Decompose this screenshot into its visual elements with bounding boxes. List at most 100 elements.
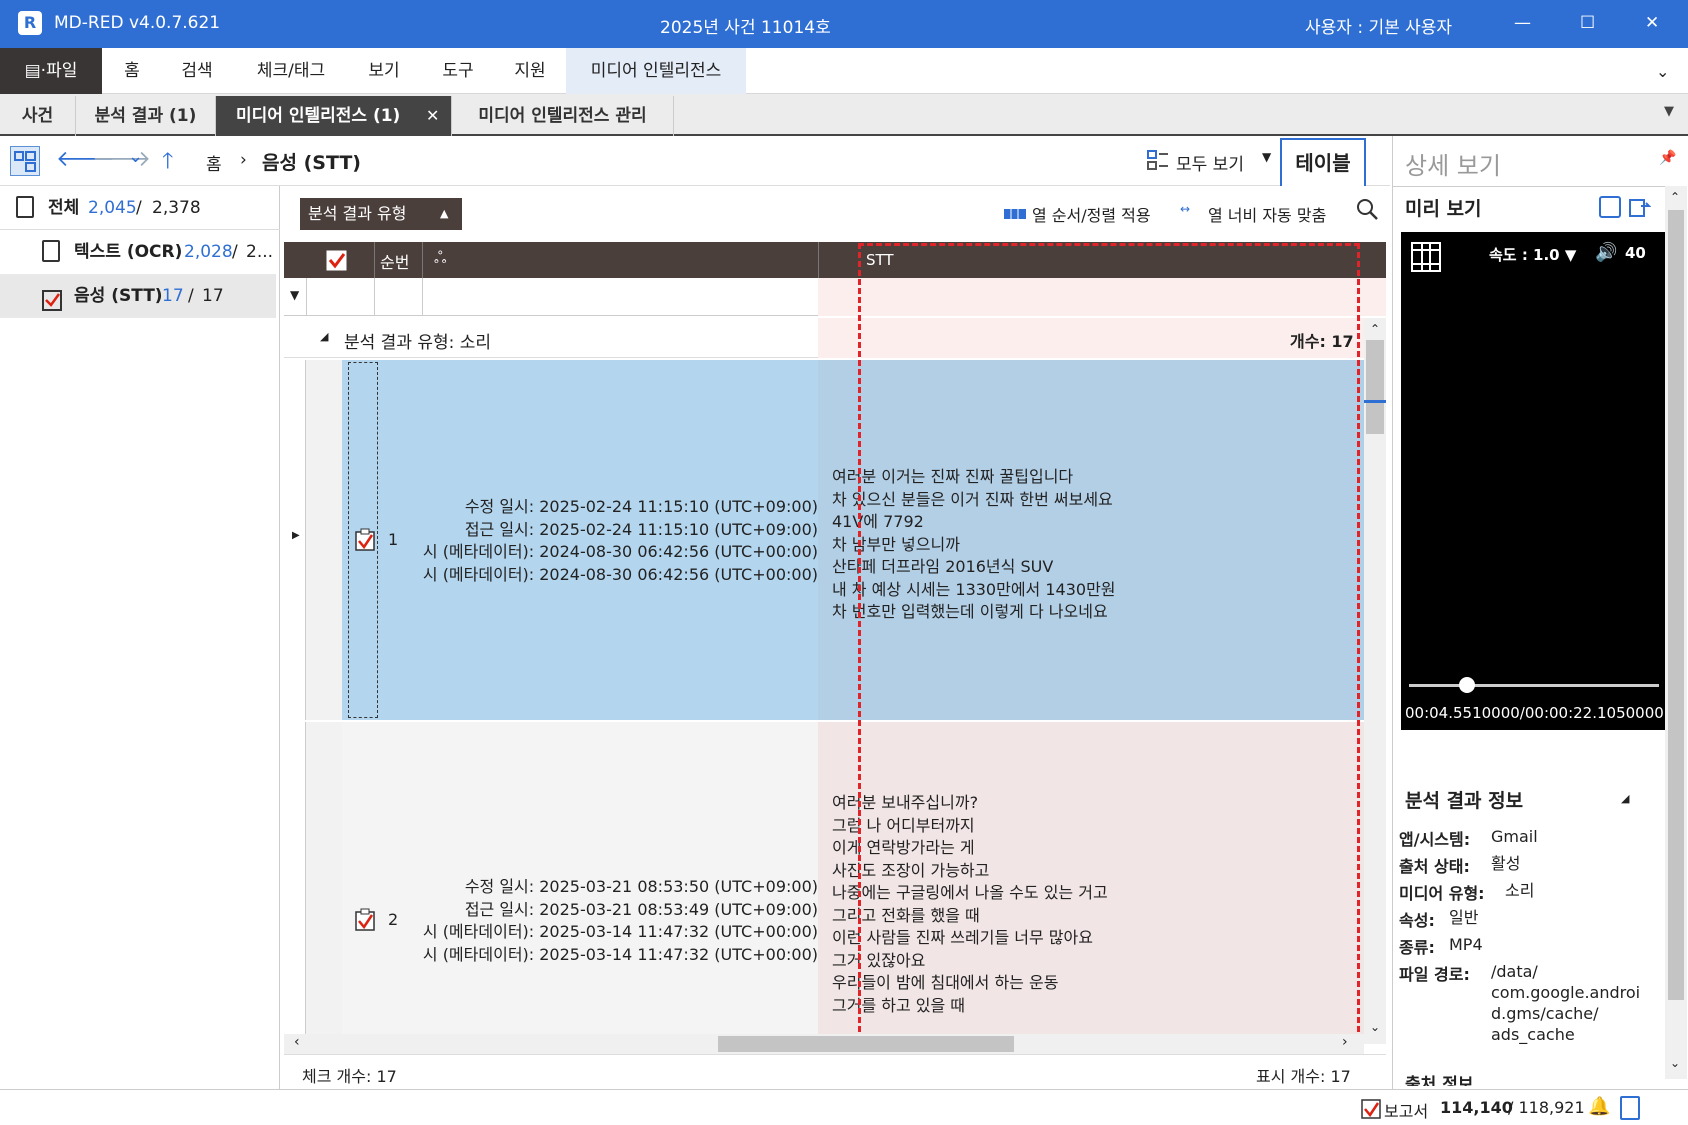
hscroll-thumb[interactable]: [718, 1036, 1014, 1052]
app-name: MD-RED v4.0.7.621: [54, 13, 221, 33]
media-player[interactable]: 속도 : 1.0 ▼ 🔊 40 00:04.5510000/00:00:22.1…: [1401, 232, 1665, 730]
tree-item-all[interactable]: 전체 2,045 / 2,378: [0, 186, 280, 230]
history-dropdown-icon[interactable]: ⌄: [128, 146, 143, 167]
view-all-icon[interactable]: [1146, 148, 1170, 172]
close-tab-icon[interactable]: ✕: [426, 96, 439, 136]
info-title: 분석 결과 정보: [1405, 790, 1524, 812]
scroll-thumb[interactable]: [1668, 210, 1684, 1000]
breadcrumb-home[interactable]: 홈: [206, 150, 222, 175]
horizontal-scrollbar[interactable]: ‹ ›: [284, 1034, 1364, 1054]
row-expand-icon[interactable]: ▶: [292, 530, 300, 541]
report-total: / 118,921: [1508, 1098, 1585, 1117]
tree-stt-sep: /: [188, 286, 194, 306]
apply-column-order-button[interactable]: 열 순서/정렬 적용: [1032, 202, 1151, 226]
row-stt-cell[interactable]: 여러분 보내주십니까? 그럼 나 어디부터까지 이게 연락방가라는 게 사진도 …: [818, 722, 1364, 1044]
volume-icon[interactable]: 🔊: [1595, 242, 1617, 263]
tree-toggle-icon[interactable]: [10, 146, 40, 176]
tab-case[interactable]: 사건: [0, 96, 76, 136]
scroll-right-icon[interactable]: ›: [1342, 1034, 1348, 1050]
row-gutter: [306, 360, 342, 720]
col-seq-header[interactable]: 순번: [380, 249, 409, 273]
view-all-button[interactable]: 모두 보기: [1176, 150, 1244, 175]
row-meta-text: 수정 일시: 2025-02-24 11:15:10 (UTC+09:00) 접…: [422, 497, 818, 584]
filter-icon[interactable]: ▼: [290, 288, 299, 302]
stt-filter-cell[interactable]: [818, 278, 1386, 316]
tab-analysis-results[interactable]: 분석 결과 (1): [76, 96, 216, 136]
row-checkbox-icon[interactable]: [354, 908, 376, 932]
row-seq: 1: [388, 530, 399, 549]
document-tabs: 사건 분석 결과 (1) 미디어 인텔리전스 (1) ✕ 미디어 인텔리전스 관…: [0, 94, 1688, 136]
seek-bar[interactable]: [1409, 677, 1659, 693]
open-folder-icon[interactable]: [1629, 196, 1652, 218]
col-stt-header[interactable]: STT: [866, 251, 894, 269]
group-row[interactable]: ◢ 분석 결과 유형: 소리 개수: 17: [284, 318, 1364, 358]
col-divider: [818, 242, 819, 278]
menu-check-tag[interactable]: 체크/태그: [246, 48, 336, 94]
detail-title: 상세 보기: [1405, 152, 1501, 180]
menu-bar: ▤·파일 홈 검색 체크/태그 보기 도구 지원 미디어 인텔리전스 ⌄: [0, 48, 1688, 94]
tab-media-intelligence-manage[interactable]: 미디어 인텔리전스 관리: [452, 96, 674, 136]
group-count: 개수: 17: [1290, 332, 1354, 351]
menu-home[interactable]: 홈: [112, 48, 152, 94]
check-count: 체크 개수: 17: [302, 1067, 397, 1086]
menu-support[interactable]: 지원: [508, 48, 552, 94]
ribbon-collapse-icon[interactable]: ⌄: [1656, 62, 1669, 81]
maximize-button[interactable]: ☐: [1580, 13, 1595, 33]
auto-column-width-button[interactable]: 열 너비 자동 맞춤: [1208, 202, 1326, 226]
row-meta-cell: 수정 일시: 2025-03-21 08:53:50 (UTC+09:00) 접…: [422, 722, 818, 1044]
check-all-icon[interactable]: [326, 248, 348, 272]
group-collapse-icon[interactable]: ◢: [320, 330, 328, 343]
detail-scrollbar[interactable]: ⌃ ⌄: [1665, 186, 1687, 1079]
close-button[interactable]: ✕: [1645, 13, 1659, 33]
notification-icon[interactable]: 🔔: [1588, 1096, 1610, 1117]
divider: [1393, 186, 1665, 187]
tab-table[interactable]: 테이블: [1280, 138, 1366, 186]
scroll-down-icon[interactable]: ⌄: [1670, 1056, 1680, 1070]
menu-media-intelligence[interactable]: 미디어 인텔리전스: [566, 48, 746, 94]
scroll-up-icon[interactable]: ⌃: [1670, 190, 1680, 204]
title-bar: R MD-RED v4.0.7.621 2025년 사건 11014호 사용자 …: [0, 0, 1688, 48]
category-tree: 전체 2,045 / 2,378 텍스트 (OCR) 2,028 / 2... …: [0, 186, 280, 1089]
menu-tools[interactable]: 도구: [436, 48, 480, 94]
vertical-scrollbar[interactable]: ⌃ ⌄: [1364, 318, 1386, 1044]
tree-stt-label: 음성 (STT): [74, 286, 163, 306]
column-order-icon: [1004, 206, 1026, 220]
tree-all-total-sep: /: [136, 198, 142, 218]
auto-width-icon: ↔: [1180, 202, 1191, 216]
info-value: Gmail: [1491, 827, 1538, 846]
view-all-dropdown-icon[interactable]: ▼: [1262, 150, 1271, 164]
table-row[interactable]: 2 수정 일시: 2025-03-21 08:53:50 (UTC+09:00)…: [284, 722, 1364, 1044]
minimize-button[interactable]: —: [1514, 13, 1531, 33]
group-by-button[interactable]: 분석 결과 유형 ▲: [300, 198, 462, 230]
menu-view[interactable]: 보기: [362, 48, 406, 94]
table-row[interactable]: ▶ 1 수정 일시: 2025-02-24 11:15:10 (UTC+09:0…: [284, 360, 1364, 720]
seek-knob[interactable]: [1458, 677, 1475, 693]
pin-icon[interactable]: 📌: [1659, 150, 1676, 166]
group-by-label: 분석 결과 유형: [308, 204, 407, 223]
scroll-up-icon[interactable]: ⌃: [1370, 322, 1380, 336]
log-icon[interactable]: [1620, 1096, 1640, 1120]
tab-media-intelligence[interactable]: 미디어 인텔리전스 (1) ✕: [216, 96, 452, 136]
scroll-thumb[interactable]: [1366, 340, 1384, 434]
info-value: /data/ com.google.androi d.gms/cache/ ad…: [1491, 962, 1641, 1044]
clipboard-icon: [42, 240, 60, 262]
row-seq: 2: [388, 910, 399, 929]
menu-search[interactable]: 검색: [172, 48, 222, 94]
table-header: 순번 ஃ STT: [284, 242, 1386, 278]
file-menu[interactable]: ▤·파일: [0, 48, 102, 94]
speed-control[interactable]: 속도 : 1.0 ▼: [1489, 244, 1576, 265]
info-collapse-icon[interactable]: ◢: [1621, 792, 1629, 805]
report-label: 보고서: [1384, 1102, 1429, 1121]
col-divider: [374, 242, 375, 278]
eye-icon[interactable]: [1599, 196, 1621, 218]
tree-item-stt[interactable]: 음성 (STT) 17 / 17: [0, 274, 276, 318]
row-checkbox-icon[interactable]: [354, 528, 376, 552]
scroll-down-icon[interactable]: ⌄: [1370, 1020, 1380, 1034]
row-stt-cell[interactable]: 여러분 이거는 진짜 진짜 꿀팁입니다 차 있으신 분들은 이거 진짜 한번 써…: [818, 360, 1364, 720]
scroll-left-icon[interactable]: ‹: [294, 1034, 300, 1050]
tabs-dropdown-icon[interactable]: ▼: [1664, 104, 1674, 119]
tree-item-ocr[interactable]: 텍스트 (OCR) 2,028 / 2...: [0, 230, 280, 274]
source-info-title: 출처 정보: [1405, 1075, 1474, 1086]
up-icon[interactable]: 🡑: [162, 144, 173, 182]
search-icon[interactable]: [1356, 198, 1378, 220]
